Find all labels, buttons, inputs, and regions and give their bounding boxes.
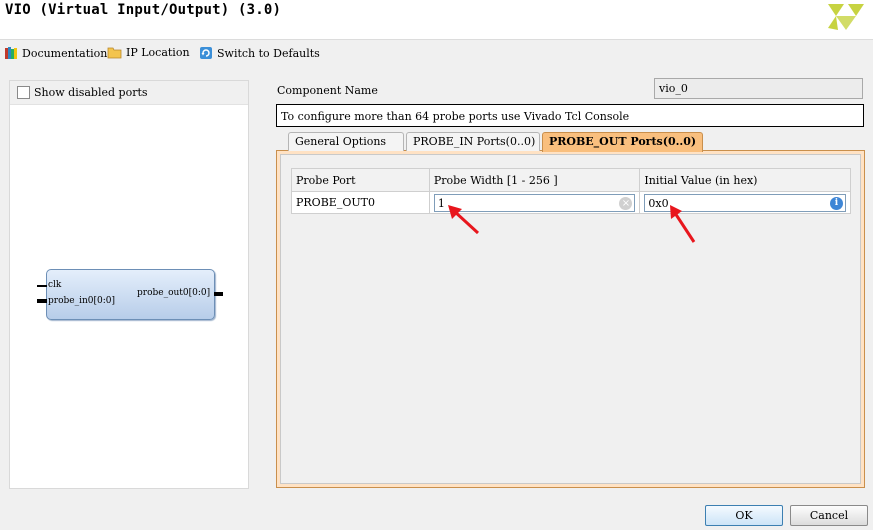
tab-probe-in-ports[interactable]: PROBE_IN Ports(0..0): [406, 132, 540, 151]
probe-port-cell: PROBE_OUT0: [291, 191, 430, 214]
ok-button[interactable]: OK: [705, 505, 783, 526]
probe-out-table: Probe Port Probe Width [1 - 256 ] Initia…: [291, 168, 851, 214]
switch-to-defaults-button[interactable]: Switch to Defaults: [199, 46, 320, 60]
folder-icon: [107, 47, 122, 59]
table-header-row: Probe Port Probe Width [1 - 256 ] Initia…: [291, 168, 851, 192]
component-name-field[interactable]: vio_0: [654, 78, 863, 99]
probe-in0-port-label: probe_in0[0:0]: [48, 296, 115, 306]
documentation-button[interactable]: Documentation: [4, 46, 107, 60]
component-name-label: Component Name: [277, 84, 378, 97]
toolbar: Documentation IP Location Switch to Defa…: [0, 44, 873, 64]
info-icon[interactable]: i: [830, 196, 843, 210]
annotation-arrow-icon: [448, 205, 480, 235]
show-disabled-ports-label: Show disabled ports: [34, 86, 148, 99]
ip-location-button[interactable]: IP Location: [107, 46, 190, 59]
tab-probe-out-ports[interactable]: PROBE_OUT Ports(0..0): [542, 132, 703, 152]
info-message: To configure more than 64 probe ports us…: [276, 104, 864, 127]
books-icon: [5, 47, 17, 59]
documentation-label: Documentation: [22, 46, 108, 60]
symbol-panel-header: Show disabled ports: [10, 81, 248, 105]
tab-general-options[interactable]: General Options: [288, 132, 404, 151]
clk-pin: [37, 285, 47, 287]
cancel-button[interactable]: Cancel: [790, 505, 868, 526]
refresh-icon: [200, 47, 212, 59]
switch-to-defaults-label: Switch to Defaults: [217, 46, 320, 60]
probe-in0-pin: [37, 299, 47, 303]
ip-location-label: IP Location: [126, 46, 190, 59]
probe-width-value: 1: [437, 196, 445, 210]
annotation-arrow-icon: [670, 205, 696, 243]
table-row: PROBE_OUT0 1 × 0x0 i: [291, 191, 851, 214]
probe-out0-port-label: probe_out0[0:0]: [137, 288, 211, 298]
show-disabled-ports-checkbox[interactable]: [17, 86, 30, 99]
clk-port-label: clk: [48, 280, 62, 290]
xilinx-logo-icon: [828, 4, 864, 30]
title-bar: VIO (Virtual Input/Output) (3.0): [0, 0, 873, 40]
clear-icon[interactable]: ×: [619, 196, 633, 210]
col-header-initial-value: Initial Value (in hex): [639, 168, 851, 192]
col-header-probe-width: Probe Width [1 - 256 ]: [428, 168, 641, 192]
probe-out0-pin: [214, 292, 223, 296]
col-header-probe-port: Probe Port: [291, 168, 430, 192]
window-title: VIO (Virtual Input/Output) (3.0): [5, 2, 282, 18]
